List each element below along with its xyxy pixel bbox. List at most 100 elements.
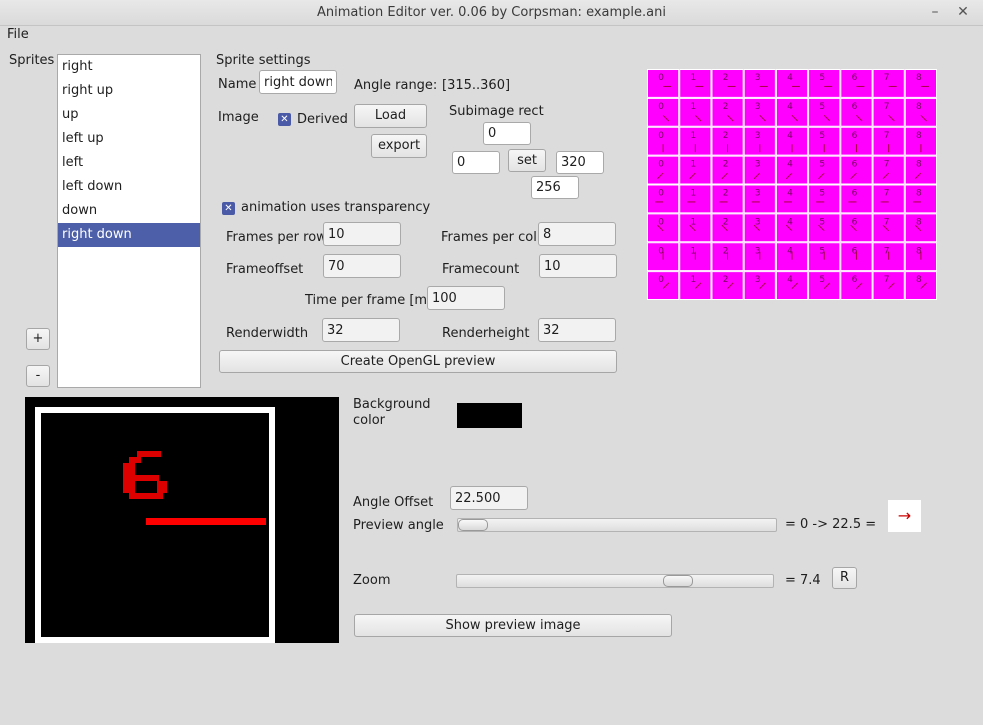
sprite-sheet-frame-digit: 1 (690, 189, 696, 199)
sprite-sheet-frame-digit: 0 (658, 217, 664, 227)
sprite-sheet-frame-digit: 7 (884, 217, 890, 227)
angle-arrow-icon: → (888, 500, 921, 532)
menu-file[interactable]: File (7, 27, 29, 42)
sprite-sheet-frame-digit: 8 (916, 160, 922, 170)
zoom-slider-handle[interactable] (663, 575, 693, 587)
sprite-sheet-frame-digit: 2 (723, 160, 729, 170)
add-sprite-button[interactable]: + (26, 328, 50, 350)
preview-digit-glyph (123, 451, 167, 499)
sprite-sheet-frame-digit: 5 (819, 102, 825, 112)
close-button[interactable]: ✕ (954, 4, 972, 22)
preview-angle-slider[interactable] (457, 518, 777, 532)
frames-per-col-input[interactable] (538, 222, 616, 246)
sprite-sheet-frame-digit: 6 (852, 217, 858, 227)
sprite-sheet-frame-digit: 3 (755, 160, 761, 170)
sprite-sheet-frame-digit: 0 (658, 275, 664, 285)
sprite-sheet-frame-digit: 6 (852, 131, 858, 141)
title-bar: Animation Editor ver. 0.06 by Corpsman: … (0, 0, 983, 26)
angle-range-value: [315..360] (442, 78, 511, 93)
derived-checkbox[interactable]: ✕ (278, 113, 291, 126)
sprite-list-item[interactable]: right (58, 55, 200, 79)
sprite-sheet-grid: 0 1 2 3 4 5 6 7 8 0 1 2 3 4 5 6 7 8 0 1 2 3 4 5 6 7 8 0 1 2 3 4 5 6 7 8 0 1 2 3… (647, 69, 937, 300)
sprite-sheet-frame-digit: 2 (723, 73, 729, 83)
sprite-sheet-frame-digit: 4 (787, 73, 793, 83)
frameoffset-input[interactable] (323, 254, 401, 278)
renderheight-label: Renderheight (442, 326, 530, 341)
angle-range-label: Angle range: (354, 78, 438, 93)
sprite-sheet-frame-digit: 7 (884, 189, 890, 199)
sprites-list[interactable]: right right up up left up left left down down r… (57, 54, 201, 388)
transparency-checkbox[interactable]: ✕ (222, 202, 235, 215)
preview-angle-readout: = 0 -> 22.5 = (785, 517, 877, 532)
time-per-frame-input[interactable] (427, 286, 505, 310)
sprite-sheet-frame-digit: 3 (755, 73, 761, 83)
name-input[interactable] (259, 70, 337, 94)
subimage-rect-label: Subimage rect (449, 104, 544, 119)
export-button[interactable]: export (371, 134, 427, 158)
sprite-sheet-frame-digit: 8 (916, 189, 922, 199)
sprite-sheet-frame-digit: 6 (852, 189, 858, 199)
subimage-right-input[interactable] (556, 151, 604, 174)
zoom-slider[interactable] (456, 574, 774, 588)
sprite-sheet-frame-digit: 3 (755, 189, 761, 199)
sprite-list-item[interactable]: left up (58, 127, 200, 151)
sprite-sheet-frame-digit: 6 (852, 73, 858, 83)
sprite-sheet-frame-digit: 4 (787, 217, 793, 227)
sprite-settings-heading: Sprite settings (216, 53, 311, 68)
subimage-set-button[interactable]: set (508, 149, 546, 172)
sprite-sheet-frame-digit: 4 (787, 102, 793, 112)
minimize-button[interactable]: – (926, 4, 944, 22)
sprite-list-item[interactable]: right up (58, 79, 200, 103)
sprite-sheet-frame-digit: 7 (884, 160, 890, 170)
sprite-list-item[interactable]: left (58, 151, 200, 175)
sprite-sheet-frame-digit: 1 (690, 217, 696, 227)
time-per-frame-label: Time per frame [ms] (305, 293, 439, 308)
sprite-sheet-frame-digit: 7 (884, 131, 890, 141)
angle-offset-label: Angle Offset (353, 495, 434, 510)
sprite-sheet-frame-digit: 8 (916, 102, 922, 112)
sprite-sheet-frame-digit: 0 (658, 189, 664, 199)
subimage-bottom-input[interactable] (531, 176, 579, 199)
sprite-sheet-frame-digit: 2 (723, 189, 729, 199)
zoom-readout: = 7.4 (785, 573, 821, 588)
sprite-list-item[interactable]: right down (58, 223, 200, 247)
preview-angle-label: Preview angle (353, 518, 444, 533)
preview-angle-slider-handle[interactable] (458, 519, 488, 531)
sprite-sheet-image: 0 1 2 3 4 5 6 7 8 0 1 2 3 4 5 6 7 8 0 1 2 3 4 5 6 7 8 0 1 2 3 4 5 6 7 8 0 1 2 3… (647, 69, 937, 300)
sprite-sheet-frame-digit: 6 (852, 275, 858, 285)
name-label: Name (218, 77, 257, 92)
opengl-preview (25, 397, 339, 643)
renderheight-input[interactable] (538, 318, 616, 342)
create-opengl-preview-button[interactable]: Create OpenGL preview (219, 350, 617, 373)
angle-offset-input[interactable] (450, 486, 528, 510)
frames-per-row-input[interactable] (323, 222, 401, 246)
subimage-top-input[interactable] (483, 122, 531, 145)
framecount-input[interactable] (539, 254, 617, 278)
sprite-sheet-frame-digit: 4 (787, 189, 793, 199)
sprite-sheet-frame-digit: 4 (787, 131, 793, 141)
subimage-left-input[interactable] (452, 151, 500, 174)
sprite-list-item[interactable]: down (58, 199, 200, 223)
zoom-label: Zoom (353, 573, 391, 588)
sprite-sheet-frame-digit: 0 (658, 102, 664, 112)
remove-sprite-button[interactable]: - (26, 365, 50, 387)
sprite-sheet-frame-digit: 6 (852, 160, 858, 170)
sprite-sheet-frame-digit: 7 (884, 102, 890, 112)
frames-per-col-label: Frames per col (441, 230, 537, 245)
load-button[interactable]: Load (354, 104, 427, 128)
sprite-list-item[interactable]: up (58, 103, 200, 127)
renderwidth-input[interactable] (322, 318, 400, 342)
sprite-list-item[interactable]: left down (58, 175, 200, 199)
preview-canvas (35, 407, 275, 643)
sprite-sheet-frame-digit: 0 (658, 73, 664, 83)
sprite-sheet-frame-digit: 4 (787, 160, 793, 170)
derived-label: Derived (297, 112, 348, 127)
reset-zoom-button[interactable]: R (832, 567, 857, 589)
window-title: Animation Editor ver. 0.06 by Corpsman: … (317, 5, 666, 20)
menu-bar: File (0, 26, 983, 46)
show-preview-image-button[interactable]: Show preview image (354, 614, 672, 637)
background-color-swatch[interactable] (457, 403, 522, 428)
renderwidth-label: Renderwidth (226, 326, 309, 341)
frames-per-row-label: Frames per row (226, 230, 327, 245)
sprite-sheet-frame-digit: 4 (787, 275, 793, 285)
